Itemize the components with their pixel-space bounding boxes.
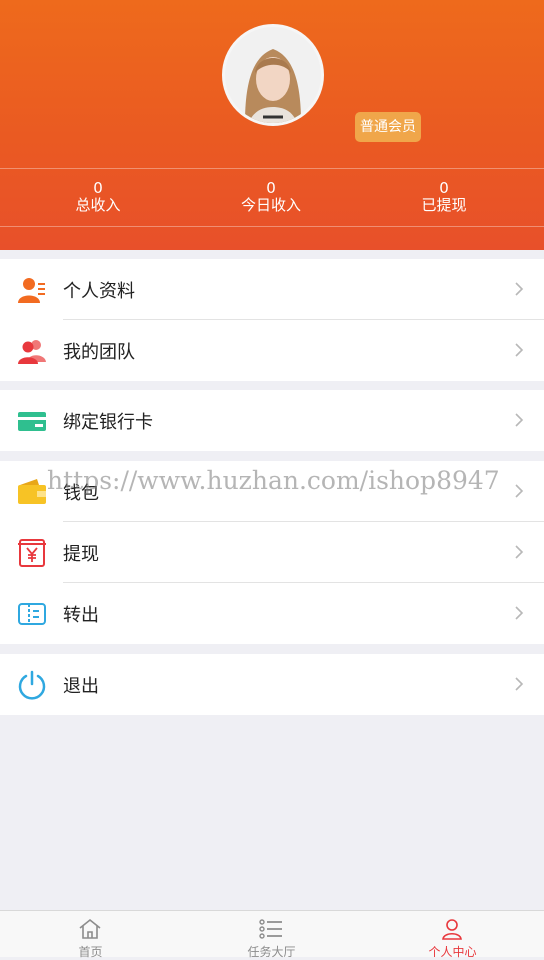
stat-total-income[interactable]: 0 总收入 (28, 180, 168, 214)
tab-label: 任务大厅 (247, 945, 296, 959)
menu-item-label: 退出 (63, 676, 99, 697)
home-icon (79, 918, 101, 939)
menu-item-withdraw[interactable]: 提现 (0, 522, 544, 583)
menu-group-account: 个人资料 我的团队 (0, 259, 544, 381)
chevron-right-icon (515, 677, 524, 691)
tab-task-hall[interactable]: 任务大厅 (181, 911, 362, 959)
stat-value: 0 (93, 179, 103, 197)
menu-item-bind-card[interactable]: 绑定银行卡 (0, 390, 544, 451)
team-icon (18, 340, 46, 364)
menu-item-label: 钱包 (63, 483, 99, 504)
menu-item-profile[interactable]: 个人资料 (0, 259, 544, 320)
menu-item-label: 个人资料 (63, 281, 135, 302)
menu-item-logout[interactable]: 退出 (0, 654, 544, 715)
menu-item-label: 提现 (63, 544, 99, 565)
menu-item-label: 绑定银行卡 (63, 412, 153, 433)
stat-label: 已提现 (421, 196, 467, 214)
member-level-badge: 普通会员 (355, 112, 421, 142)
chevron-right-icon (515, 413, 524, 427)
chevron-right-icon (515, 282, 524, 296)
user-card-icon (18, 278, 45, 303)
profile-header: 普通会员 0 总收入 0 今日收入 0 已提现 (0, 0, 544, 250)
wallet-icon (18, 479, 46, 504)
tab-home[interactable]: 首页 (0, 911, 181, 959)
menu-group-logout: 退出 (0, 654, 544, 715)
chevron-right-icon (515, 343, 524, 357)
transfer-out-icon (18, 603, 46, 625)
stat-value: 0 (439, 179, 449, 197)
bottom-tab-bar: 首页 任务大厅 个人中心 (0, 910, 544, 959)
power-icon (18, 670, 46, 700)
stat-value: 0 (266, 179, 276, 197)
chevron-right-icon (515, 545, 524, 559)
list-icon (259, 919, 282, 939)
tab-label: 个人中心 (428, 945, 477, 959)
stat-today-income[interactable]: 0 今日收入 (201, 180, 341, 214)
tab-personal-center[interactable]: 个人中心 (362, 911, 543, 959)
chevron-right-icon (515, 484, 524, 498)
bank-card-icon (18, 412, 46, 431)
menu-item-team[interactable]: 我的团队 (0, 320, 544, 381)
menu-group-bank: 绑定银行卡 (0, 390, 544, 451)
avatar[interactable] (222, 24, 324, 126)
menu-item-wallet[interactable]: 钱包 (0, 461, 544, 522)
user-icon (442, 919, 462, 940)
menu-item-transfer[interactable]: 转出 (0, 583, 544, 644)
stat-label: 今日收入 (240, 196, 301, 214)
header-divider-top (0, 168, 544, 169)
chevron-right-icon (515, 606, 524, 620)
menu-item-label: 我的团队 (63, 342, 135, 363)
withdraw-yen-icon (18, 539, 46, 567)
stat-withdrawn[interactable]: 0 已提现 (374, 180, 514, 214)
tab-label: 首页 (78, 945, 103, 959)
menu-group-funds: 钱包 提现 转出 (0, 461, 544, 644)
header-divider-bottom (0, 226, 544, 227)
menu-item-label: 转出 (63, 605, 99, 626)
stat-label: 总收入 (75, 196, 121, 214)
